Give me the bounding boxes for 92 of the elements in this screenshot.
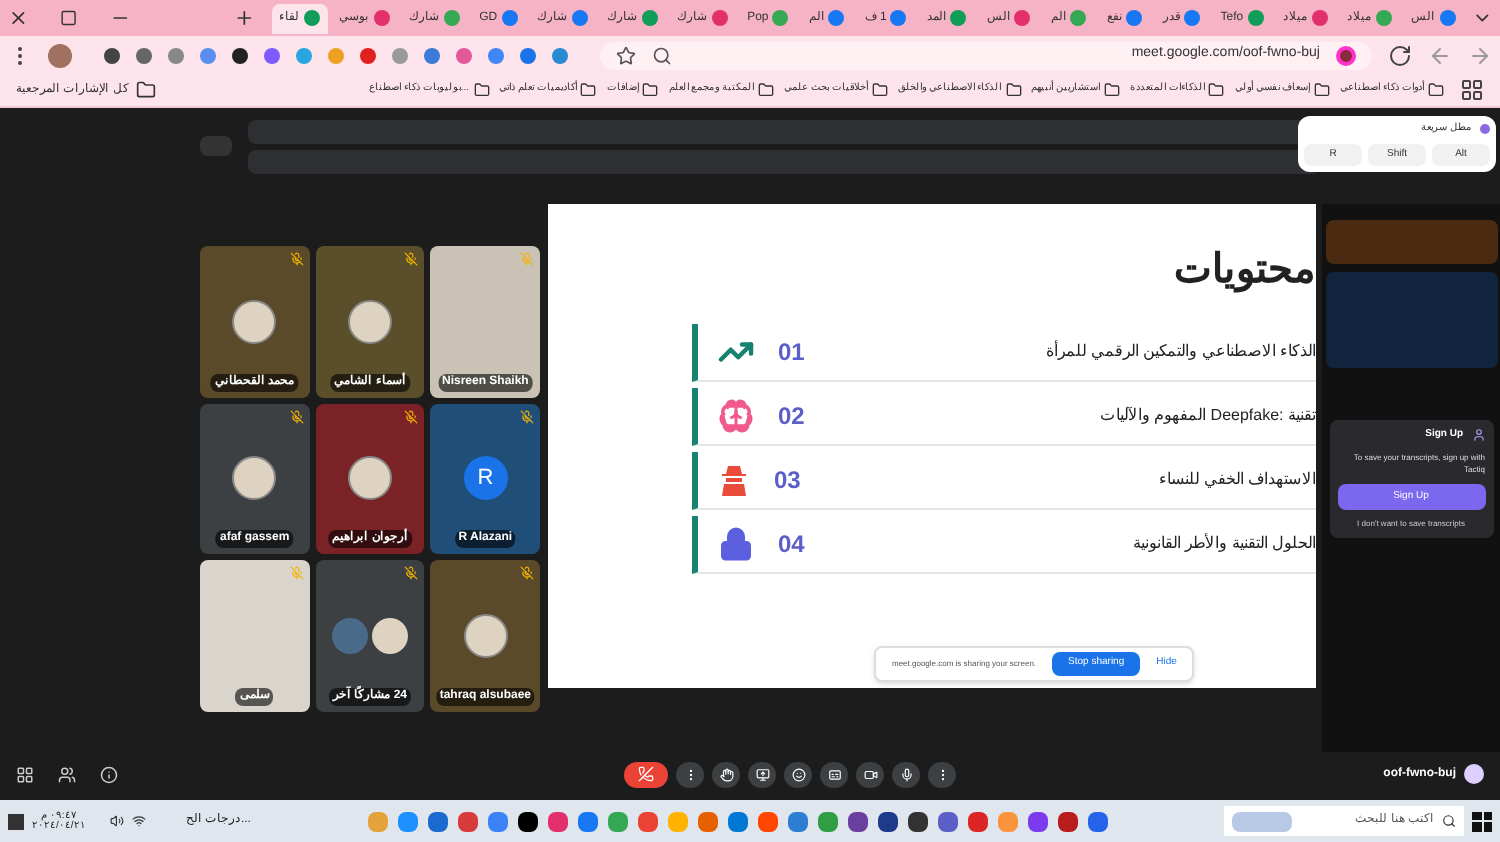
tab-favicon xyxy=(1439,10,1456,26)
folder-icon xyxy=(580,82,597,98)
microphone-button[interactable] xyxy=(892,761,921,787)
folder-icon xyxy=(1428,82,1444,98)
item-text: تقنية :Deepfake المفهوم والآليات xyxy=(1099,404,1316,428)
tab-favicon xyxy=(571,10,588,26)
volume-icon[interactable] xyxy=(109,814,124,828)
folder-icon xyxy=(473,82,490,98)
item-text: الاستهداف الخفي للنساء xyxy=(1159,468,1316,492)
slide-title: محتويات xyxy=(1174,246,1316,297)
captions-icon xyxy=(827,767,842,781)
tab-favicon xyxy=(373,10,390,26)
apps-icon[interactable] xyxy=(1460,78,1484,102)
mic-off-icon xyxy=(404,252,419,266)
folder-icon xyxy=(136,80,157,100)
mic-off-icon xyxy=(289,566,304,581)
tab-favicon xyxy=(890,10,907,26)
recording-icon xyxy=(1336,45,1356,65)
folder-icon xyxy=(1208,82,1225,98)
tab-favicon xyxy=(303,10,320,26)
item-text: الذكاء الاصطناعي والتمكين الرقمي للمرأة xyxy=(1046,340,1316,364)
mic-off-icon xyxy=(520,409,534,424)
tab-favicon xyxy=(828,10,845,26)
profile-avatar[interactable] xyxy=(48,43,72,67)
tab-favicon xyxy=(950,10,967,26)
extension-badge[interactable] xyxy=(1464,764,1484,784)
folder-icon xyxy=(1005,82,1022,98)
item-number: 01 xyxy=(778,336,805,370)
spy-icon xyxy=(718,464,750,496)
folder-icon xyxy=(758,82,775,98)
avatar-initial: R xyxy=(463,456,508,501)
search-icon xyxy=(1442,814,1456,828)
info-icon[interactable] xyxy=(100,765,118,783)
close-icon[interactable] xyxy=(8,6,29,30)
mic-off-icon xyxy=(520,566,534,581)
app-logo-icon xyxy=(1480,124,1490,135)
people-icon[interactable] xyxy=(58,765,76,783)
windows-start-icon[interactable] xyxy=(1472,811,1492,831)
tab-favicon xyxy=(1311,10,1328,26)
reload-icon[interactable] xyxy=(1388,43,1412,67)
tab-favicon xyxy=(711,10,728,26)
present-icon xyxy=(755,767,770,781)
new-tab-icon[interactable] xyxy=(234,6,256,30)
lock-icon xyxy=(718,526,754,562)
tab-favicon xyxy=(1014,10,1031,26)
item-number: 02 xyxy=(778,400,805,434)
mic-off-icon xyxy=(289,252,304,266)
camera-button[interactable] xyxy=(856,761,885,787)
camera-icon xyxy=(863,767,878,781)
grid-icon[interactable] xyxy=(16,765,34,783)
back-icon[interactable] xyxy=(1428,43,1452,67)
tab-favicon xyxy=(1375,10,1392,26)
mic-off-icon xyxy=(404,566,419,581)
folder-icon xyxy=(871,82,888,98)
folder-icon xyxy=(642,82,659,98)
tab-favicon xyxy=(772,10,789,26)
smile-icon xyxy=(791,767,806,781)
app-icon[interactable] xyxy=(517,811,538,831)
weather-picture xyxy=(1232,811,1292,831)
emoji-button[interactable] xyxy=(784,761,813,787)
item-number: 04 xyxy=(778,528,805,562)
tab-favicon xyxy=(641,10,658,26)
user-icon xyxy=(1471,428,1485,443)
mic-off-icon xyxy=(289,409,304,424)
folder-icon xyxy=(1104,82,1121,98)
captions-button[interactable] xyxy=(820,761,849,787)
tab-favicon xyxy=(1070,10,1087,26)
brain-icon xyxy=(718,398,754,434)
folder-icon xyxy=(1314,82,1331,98)
notification-icon[interactable] xyxy=(8,813,24,829)
wifi-icon[interactable] xyxy=(131,814,146,828)
microphone-icon xyxy=(899,767,914,781)
present-button[interactable] xyxy=(748,761,777,787)
mic-off-icon xyxy=(404,409,419,424)
phone-off-icon xyxy=(638,766,655,782)
bookmark-star-icon[interactable] xyxy=(616,45,636,65)
raise-hand-button[interactable] xyxy=(712,761,741,787)
app-icon[interactable] xyxy=(877,811,898,831)
tab-favicon xyxy=(443,10,460,26)
tab-favicon xyxy=(1247,10,1264,26)
tab-favicon xyxy=(1126,10,1143,26)
item-number: 03 xyxy=(774,464,801,498)
forward-icon[interactable] xyxy=(1468,43,1492,67)
app-icon[interactable] xyxy=(907,811,928,831)
search-icon xyxy=(652,45,672,65)
tab-favicon xyxy=(501,10,518,26)
tab-favicon xyxy=(1184,10,1201,26)
end-call-button[interactable] xyxy=(624,761,669,787)
hand-icon xyxy=(719,767,734,781)
maximize-icon[interactable] xyxy=(60,8,78,28)
mic-off-icon xyxy=(520,252,534,266)
item-text: الحلول التقنية والأطر القانونية xyxy=(1132,532,1316,556)
